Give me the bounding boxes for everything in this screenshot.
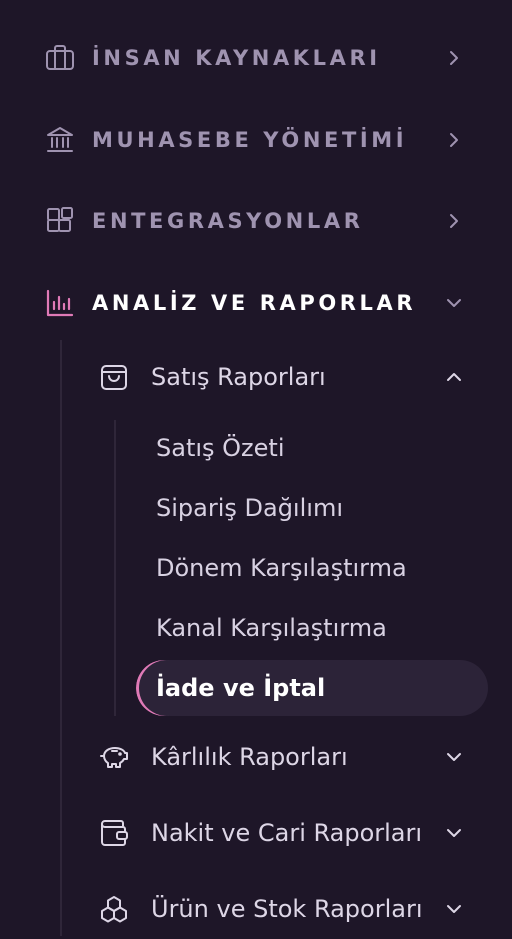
report-item-period-comparison[interactable]: Dönem Karşılaştırma [156, 544, 407, 592]
subsection-cash-account-reports[interactable]: Nakit ve Cari Raporları [0, 803, 512, 863]
subsection-label: Kârlılık Raporları [151, 743, 348, 771]
briefcase-icon [44, 42, 76, 74]
bar-chart-icon [44, 287, 76, 319]
subsection-profitability-reports[interactable]: Kârlılık Raporları [0, 727, 512, 787]
boxes-icon [98, 893, 130, 925]
nav-section-label: ANALİZ VE RAPORLAR [92, 291, 417, 315]
subsection-label: Nakit ve Cari Raporları [151, 819, 423, 847]
nav-section-label: MUHASEBE YÖNETİMİ [92, 128, 408, 152]
subsection-label: Ürün ve Stok Raporları [151, 895, 423, 923]
chevron-right-icon [440, 44, 468, 72]
chevron-right-icon [440, 126, 468, 154]
shopping-bag-icon [98, 361, 130, 393]
report-item-returns-cancellations[interactable]: İade ve İptal [136, 660, 488, 716]
chevron-down-icon [440, 743, 468, 771]
chevron-down-icon [440, 895, 468, 923]
report-item-label: İade ve İptal [156, 674, 326, 702]
report-item-order-distribution[interactable]: Sipariş Dağılımı [156, 484, 343, 532]
report-item-sales-summary[interactable]: Satış Özeti [156, 424, 284, 472]
wallet-icon [98, 817, 130, 849]
nav-tree-guide-sub [114, 420, 116, 716]
nav-section-analytics[interactable]: ANALİZ VE RAPORLAR [0, 273, 512, 333]
chevron-up-icon [440, 363, 468, 391]
subsection-sales-reports[interactable]: Satış Raporları [0, 347, 512, 407]
nav-section-label: İNSAN KAYNAKLARI [92, 46, 381, 70]
subsection-product-stock-reports[interactable]: Ürün ve Stok Raporları [0, 879, 512, 939]
nav-section-integrations[interactable]: ENTEGRASYONLAR [0, 191, 512, 251]
subsection-label: Satış Raporları [151, 363, 326, 391]
piggy-bank-icon [98, 741, 130, 773]
chevron-right-icon [440, 207, 468, 235]
nav-section-human-resources[interactable]: İNSAN KAYNAKLARI [0, 28, 512, 88]
nav-section-accounting[interactable]: MUHASEBE YÖNETİMİ [0, 110, 512, 170]
nav-section-label: ENTEGRASYONLAR [92, 209, 364, 233]
chevron-down-icon [440, 819, 468, 847]
report-item-channel-comparison[interactable]: Kanal Karşılaştırma [156, 604, 387, 652]
bank-icon [44, 124, 76, 156]
chevron-down-icon [440, 289, 468, 317]
integrations-icon [44, 205, 76, 237]
